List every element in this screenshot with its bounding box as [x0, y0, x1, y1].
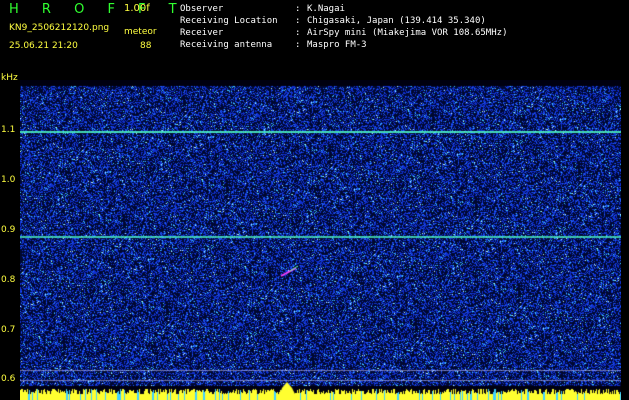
spectrogram-plot — [20, 80, 621, 400]
info-row-location: Receiving Location: Chigasaki, Japan (139… — [180, 16, 486, 26]
filename-label: KN9_2506212120.png — [9, 23, 110, 33]
y-tick-label: 0.9 — [1, 225, 16, 235]
count-label: 88 — [140, 41, 152, 51]
version-label: 1.00f — [124, 3, 150, 14]
y-tick-label: 1.0 — [1, 175, 16, 185]
info-row-receiver: Receiver: AirSpy mini (Miakejima VOR 108.… — [180, 28, 508, 38]
y-tick-label: 0.8 — [1, 275, 16, 285]
datetime-label: 25.06.21 21:20 — [9, 41, 78, 51]
y-tick-label: 0.7 — [1, 325, 16, 335]
y-tick-label: 1.1 — [1, 125, 16, 135]
y-axis-unit: kHz — [1, 73, 18, 83]
station-info: Observer: K.Nagai Receiving Location: Chig… — [180, 3, 507, 51]
info-row-observer: Observer: K.Nagai — [180, 4, 345, 14]
y-tick-label: 0.6 — [1, 374, 16, 384]
mode-label: meteor — [124, 27, 157, 37]
app-title: H R O F F T — [9, 2, 187, 17]
header-panel: H R O F F T 1.00f KN9_2506212120.png met… — [0, 0, 629, 75]
info-row-antenna: Receiving antenna: Maspro FM-3 — [180, 40, 367, 50]
